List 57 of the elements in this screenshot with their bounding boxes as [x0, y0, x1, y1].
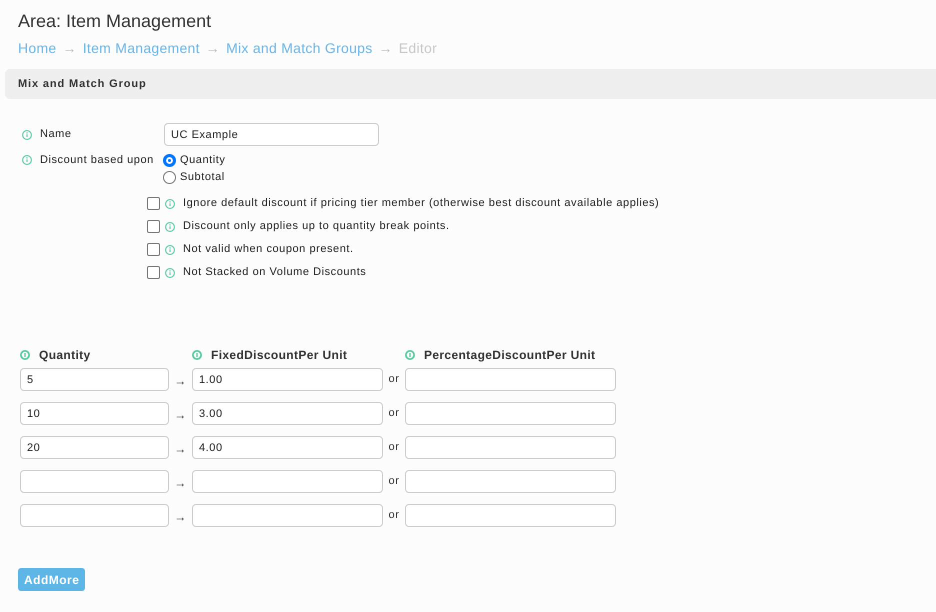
or-text: or: [388, 372, 400, 388]
arrow-text: →: [173, 372, 188, 390]
or-text: or: [388, 474, 400, 490]
info-icon: [405, 350, 415, 360]
name-field[interactable]: UC Example: [164, 123, 379, 146]
field-label: Discount based upon: [40, 152, 154, 168]
quantity-field[interactable]: [20, 504, 169, 527]
fixed-discount-field[interactable]: 3.00: [192, 402, 383, 425]
percentage-discount-field[interactable]: [405, 470, 616, 493]
info-icon: [165, 244, 175, 254]
fixed-discount-field[interactable]: 1.00: [192, 368, 383, 391]
radio-label: Subtotal: [180, 170, 225, 186]
info-icon: [22, 130, 32, 140]
checkbox[interactable]: [147, 243, 160, 256]
info-icon: [165, 268, 175, 278]
arrow-text: →: [173, 440, 188, 458]
breadcrumb-separator: →: [378, 39, 393, 57]
info-icon: [20, 350, 30, 360]
arrow-text: →: [173, 474, 188, 492]
panel-title: Mix and Match Group: [18, 76, 147, 92]
arrow-text: →: [173, 406, 188, 424]
or-text: or: [388, 440, 400, 456]
checkbox-label: Not Stacked on Volume Discounts: [183, 265, 366, 280]
column-header: Quantity: [39, 347, 91, 364]
percentage-discount-field[interactable]: [405, 368, 616, 391]
info-icon: [22, 155, 32, 165]
checkbox-label: Discount only applies up to quantity break points.: [183, 219, 450, 234]
fixed-discount-field[interactable]: [192, 504, 383, 527]
area-title: Area: Item Management: [18, 10, 212, 33]
checkbox-label: Not valid when coupon present.: [183, 242, 354, 258]
arrow-text: →: [173, 508, 188, 526]
percentage-discount-field[interactable]: [405, 402, 616, 425]
percentage-discount-field[interactable]: [405, 504, 616, 527]
column-header: PercentageDiscountPer Unit: [424, 347, 596, 364]
percentage-discount-field[interactable]: [405, 436, 616, 459]
checkbox[interactable]: [147, 266, 160, 279]
field-label: Name: [40, 127, 72, 142]
quantity-field[interactable]: 5: [20, 368, 169, 391]
fixed-discount-field[interactable]: [192, 470, 383, 493]
fixed-discount-field[interactable]: 4.00: [192, 436, 383, 459]
breadcrumb-separator: →: [206, 39, 220, 57]
radio-label: Quantity: [180, 153, 226, 168]
checkbox-label: Ignore default discount if pricing tier member (otherwise best discount available applies): [183, 196, 660, 212]
column-header: FixedDiscountPer Unit: [211, 347, 348, 364]
radio-button[interactable]: [163, 171, 176, 184]
radio-button[interactable]: [163, 154, 176, 167]
info-icon: [165, 222, 175, 232]
info-icon: [165, 198, 175, 208]
checkbox[interactable]: [147, 220, 160, 233]
quantity-field[interactable]: 20: [20, 436, 169, 459]
breadcrumb-separator: →: [62, 39, 77, 57]
or-text: or: [388, 508, 400, 524]
or-text: or: [388, 406, 400, 422]
info-icon: [192, 350, 202, 360]
quantity-field[interactable]: [20, 470, 169, 493]
checkbox[interactable]: [147, 197, 160, 210]
quantity-field[interactable]: 10: [20, 402, 169, 425]
